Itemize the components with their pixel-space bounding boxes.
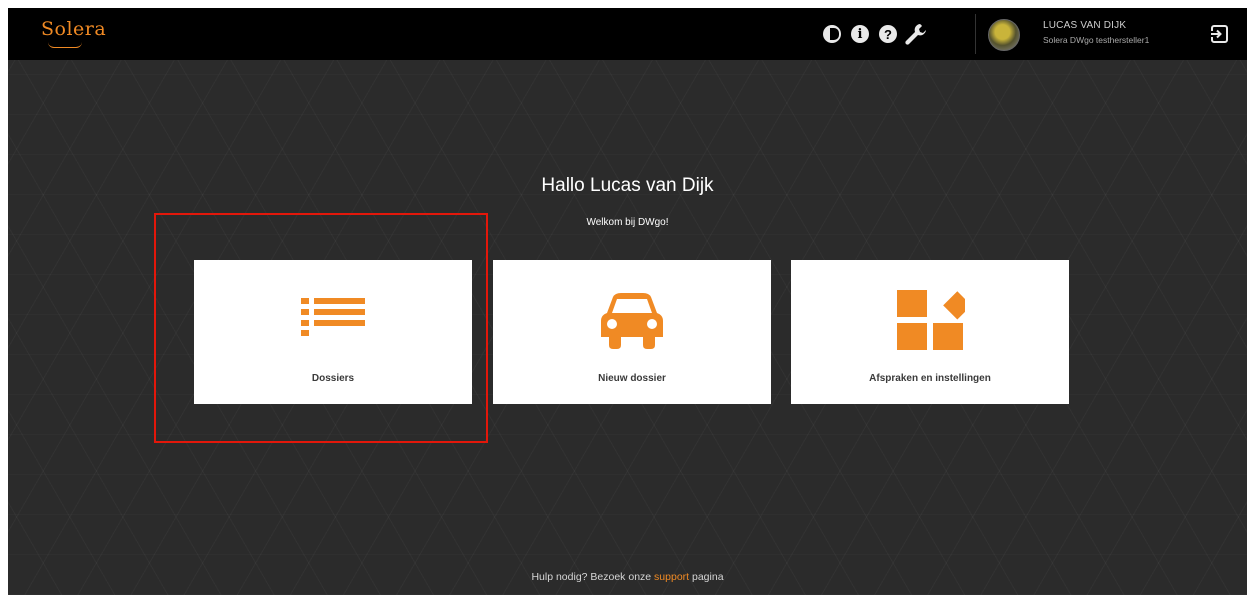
footer-help: Hulp nodig? Bezoek onze support pagina — [8, 571, 1247, 583]
top-bar: Solera i ? LUCAS VAN DIJK Solera DWgo te… — [8, 8, 1247, 60]
info-icon[interactable]: i — [851, 25, 869, 43]
header-divider — [975, 14, 976, 54]
footer-prefix: Hulp nodig? Bezoek onze — [531, 571, 652, 583]
app-root: Solera i ? LUCAS VAN DIJK Solera DWgo te… — [8, 8, 1247, 595]
support-link[interactable]: support — [654, 571, 689, 583]
greeting-heading: Hallo Lucas van Dijk — [541, 175, 714, 196]
help-glyph: ? — [884, 26, 892, 42]
contrast-icon[interactable] — [823, 25, 841, 43]
user-subtitle: Solera DWgo testhersteller1 — [1043, 35, 1150, 45]
help-icon[interactable]: ? — [879, 25, 897, 43]
user-name[interactable]: LUCAS VAN DIJK — [1043, 20, 1126, 31]
shapes-icon — [897, 290, 965, 350]
wrench-icon[interactable] — [903, 22, 929, 46]
highlight-annotation-box — [154, 213, 488, 443]
tile-nieuw-dossier-label: Nieuw dossier — [598, 373, 666, 384]
tile-afspraken-label: Afspraken en instellingen — [869, 373, 991, 384]
avatar[interactable] — [988, 19, 1020, 51]
logo-swoosh — [48, 42, 82, 48]
solera-logo[interactable]: Solera — [41, 18, 106, 40]
car-icon — [601, 293, 663, 349]
tile-nieuw-dossier[interactable]: Nieuw dossier — [493, 260, 771, 404]
logout-icon[interactable] — [1209, 24, 1229, 44]
info-glyph: i — [857, 26, 863, 42]
tile-afspraken-instellingen[interactable]: Afspraken en instellingen — [791, 260, 1069, 404]
footer-suffix: pagina — [692, 571, 724, 583]
